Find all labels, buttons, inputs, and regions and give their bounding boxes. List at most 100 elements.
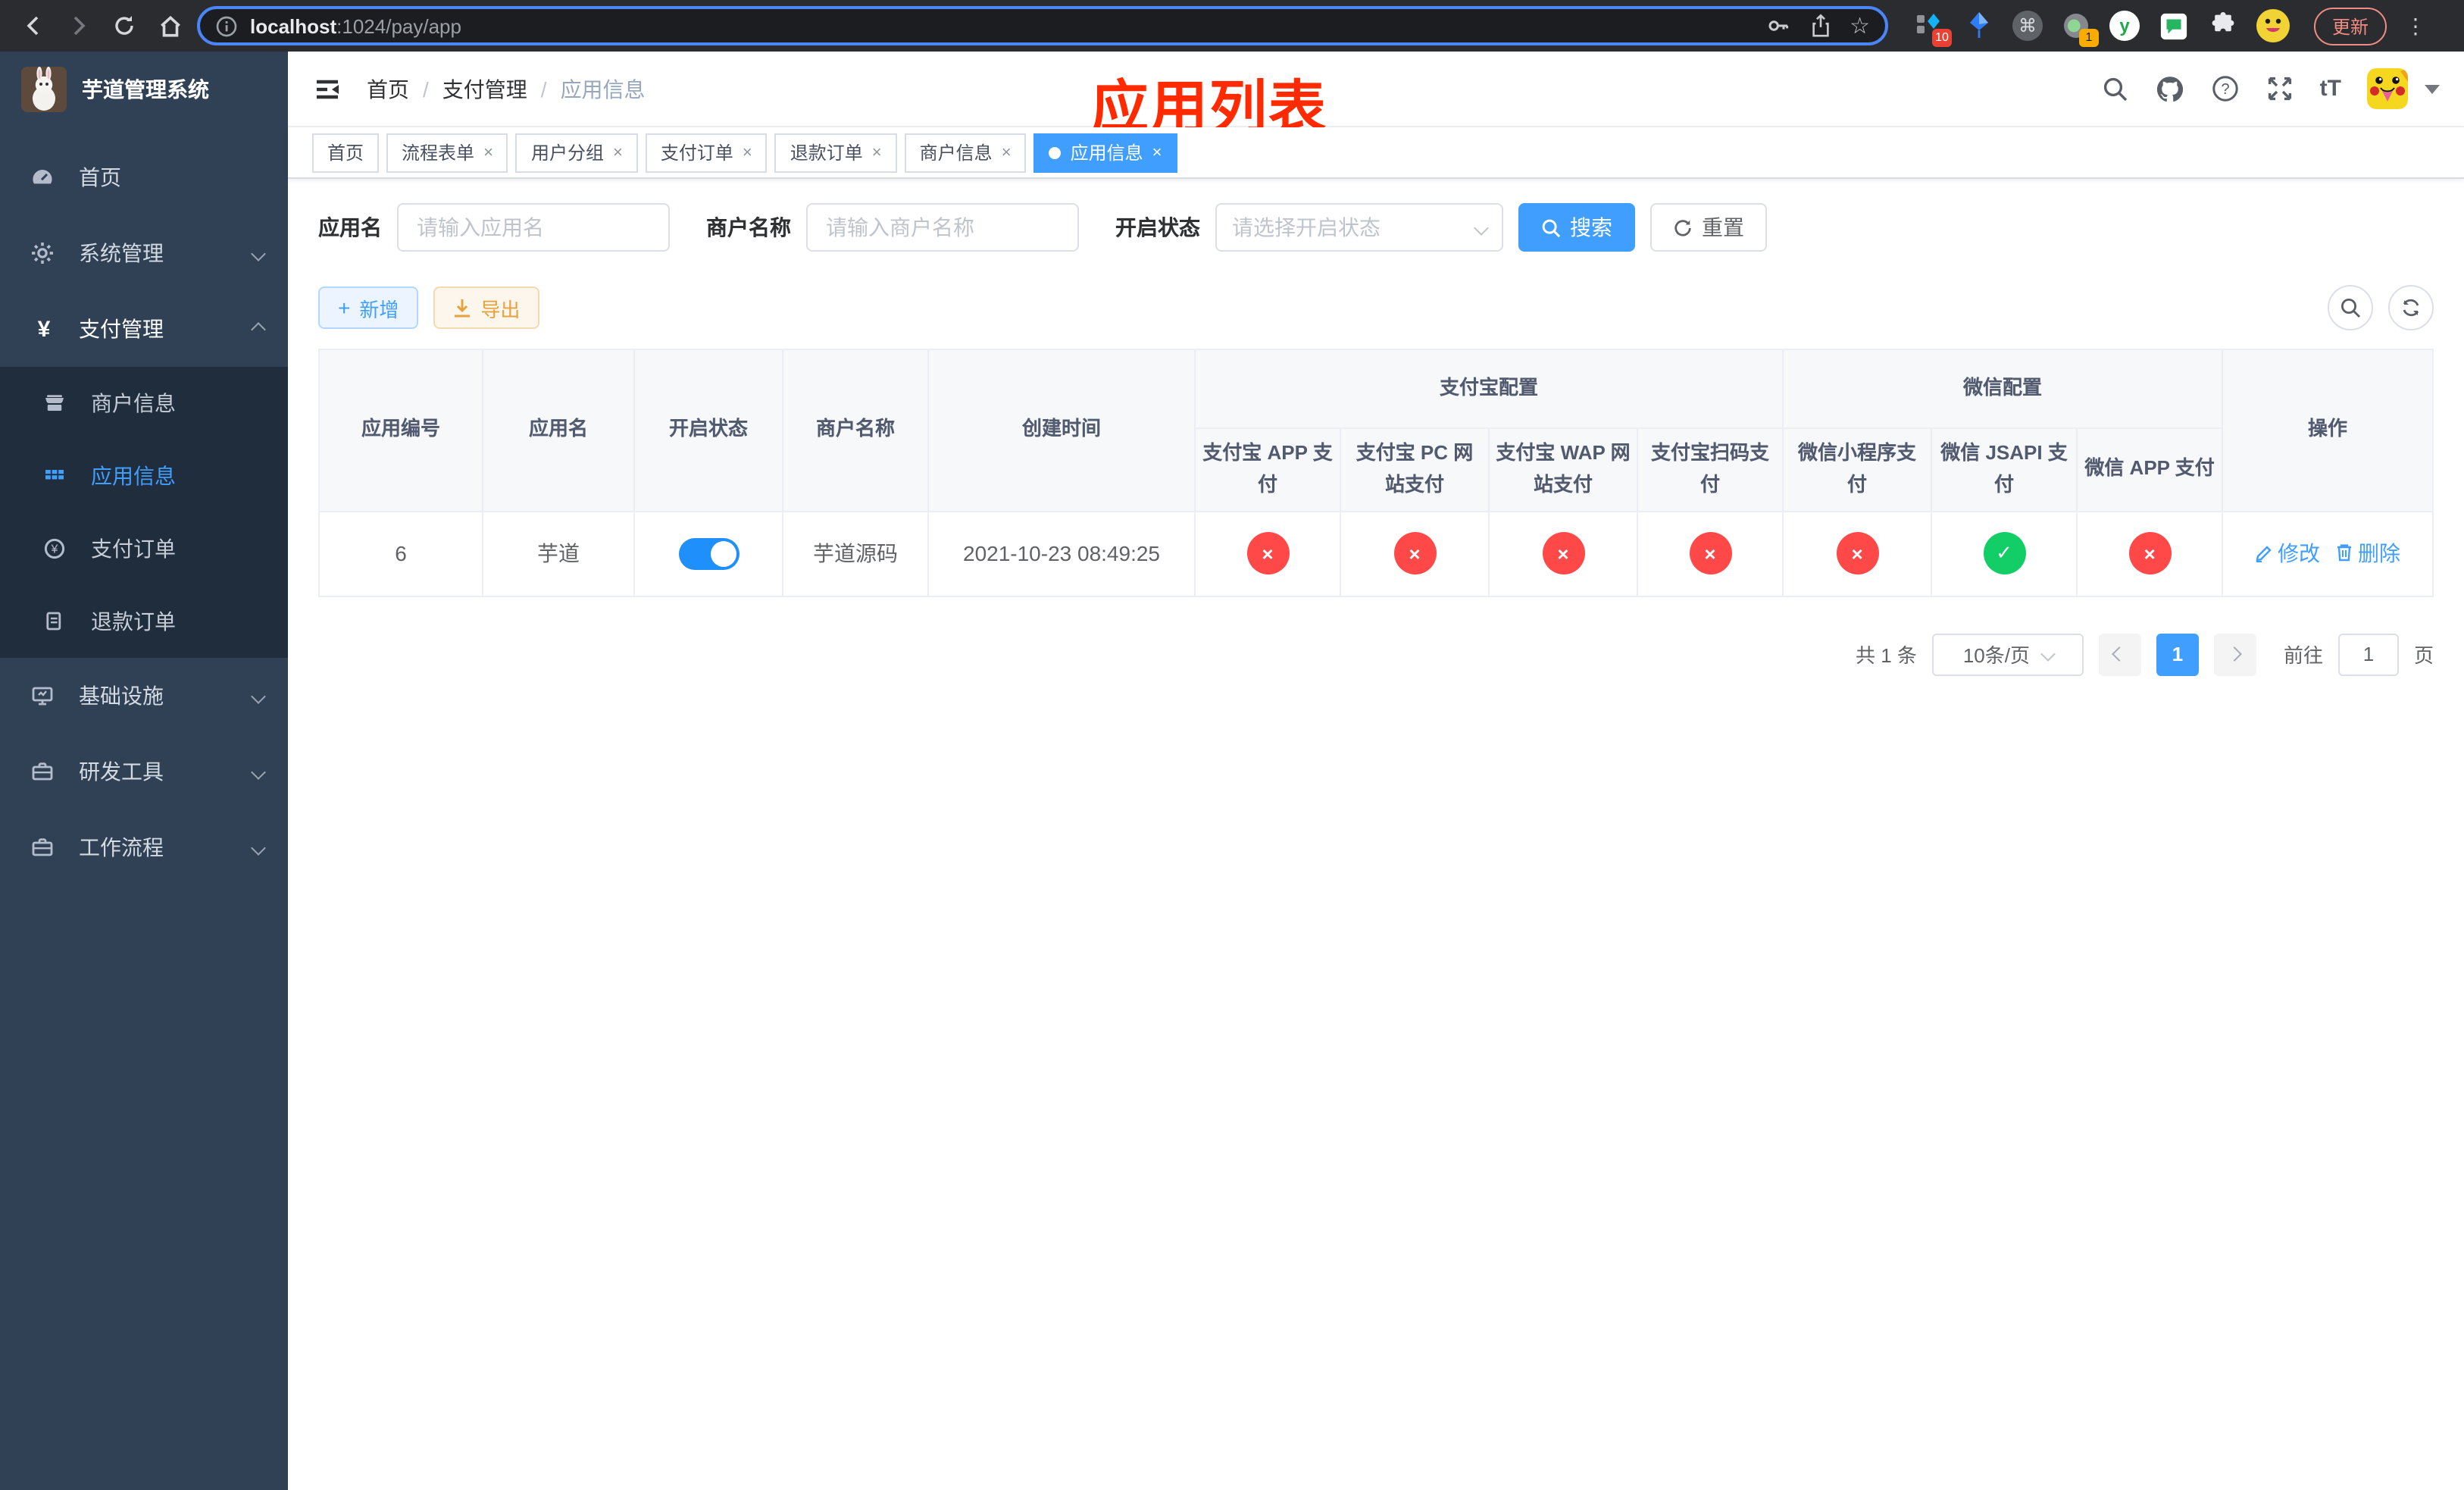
- y-logo-extension-icon[interactable]: y: [2109, 11, 2140, 41]
- forward-icon[interactable]: [61, 8, 97, 44]
- app-name-input[interactable]: [397, 203, 670, 252]
- url-host: localhost: [250, 14, 337, 37]
- sidebar-logo[interactable]: 芋道管理系统: [0, 52, 288, 127]
- tab-process-form[interactable]: 流程表单 ×: [386, 133, 508, 172]
- sidebar-item-refund-order[interactable]: 退款订单: [0, 585, 288, 658]
- table-row: 6 芋道 芋道源码 2021-10-23 08:49:25 × × × × × …: [318, 510, 2434, 597]
- sidebar-item-label: 支付管理: [79, 317, 164, 341]
- close-icon[interactable]: ×: [483, 143, 493, 161]
- status-toggle[interactable]: [678, 537, 739, 570]
- shop-icon: [42, 391, 70, 415]
- extension-badge: 1: [2079, 29, 2099, 47]
- sidebar-item-app-info[interactable]: 应用信息: [0, 440, 288, 512]
- sidebar-item-label: 应用信息: [91, 464, 176, 488]
- refresh-icon-button[interactable]: [2388, 285, 2434, 330]
- chevron-right-icon: [2228, 646, 2243, 662]
- sidebar-item-devtools[interactable]: 研发工具: [0, 734, 288, 809]
- table-toolbar: + 新增 导出: [318, 285, 2434, 330]
- add-button[interactable]: + 新增: [318, 286, 419, 329]
- tab-pay-order[interactable]: 支付订单 ×: [645, 133, 768, 172]
- page-number-1[interactable]: 1: [2156, 633, 2199, 676]
- tab-user-group[interactable]: 用户分组 ×: [515, 133, 638, 172]
- col-header-alipay-pc: 支付宝 PC 网站支付: [1340, 427, 1490, 512]
- close-icon[interactable]: ×: [613, 143, 623, 161]
- cell-app-name: 芋道: [482, 510, 635, 597]
- chat-extension-icon[interactable]: [2156, 9, 2190, 42]
- sidebar-item-merchant[interactable]: 商户信息: [0, 367, 288, 440]
- tab-refund-order[interactable]: 退款订单 ×: [774, 133, 897, 172]
- search-button[interactable]: 搜索: [1518, 203, 1635, 252]
- chevron-down-icon: [251, 840, 266, 855]
- show-search-icon-button[interactable]: [2328, 285, 2373, 330]
- col-header-alipay-wap: 支付宝 WAP 网站支付: [1488, 427, 1638, 512]
- col-header-status: 开启状态: [633, 349, 783, 512]
- svg-text:?: ?: [2221, 81, 2229, 98]
- password-key-icon[interactable]: [1766, 14, 1790, 38]
- user-avatar[interactable]: [2367, 68, 2408, 109]
- edit-link[interactable]: 修改: [2255, 539, 2320, 569]
- url-bar[interactable]: localhost:1024/pay/app ☆: [197, 6, 1888, 45]
- close-icon[interactable]: ×: [872, 143, 882, 161]
- app-title: 芋道管理系统: [82, 77, 209, 102]
- pagination-total: 共 1 条: [1856, 644, 1917, 668]
- close-icon[interactable]: ×: [743, 143, 752, 161]
- extension-blocks-icon[interactable]: 10: [1912, 9, 1952, 47]
- browser-menu-icon[interactable]: ⋮: [2405, 13, 2426, 39]
- help-icon[interactable]: ?: [2211, 74, 2240, 103]
- tags-view-bar: 首页 流程表单 × 用户分组 × 支付订单 × 退款订单 × 商户信息 × 应用信息 ×: [288, 127, 2464, 179]
- extensions-puzzle-icon[interactable]: [2206, 9, 2240, 42]
- sidebar-item-workflow[interactable]: 工作流程: [0, 809, 288, 885]
- goto-label: 前往: [2283, 644, 2323, 668]
- font-size-icon[interactable]: tT: [2320, 76, 2341, 102]
- sidebar-item-pay[interactable]: ¥ 支付管理: [0, 291, 288, 367]
- breadcrumb-current: 应用信息: [560, 77, 646, 101]
- next-page-button[interactable]: [2213, 633, 2256, 676]
- bookmark-star-icon[interactable]: ☆: [1850, 12, 1870, 39]
- toolbox-icon: [30, 759, 58, 784]
- tab-home[interactable]: 首页: [312, 133, 380, 172]
- export-button[interactable]: 导出: [433, 286, 540, 329]
- recorder-extension-icon[interactable]: 1: [2059, 9, 2099, 47]
- pagination: 共 1 条 10条/页 1 前往 页: [318, 633, 2434, 676]
- pencil-icon: [2256, 546, 2272, 563]
- sidebar-item-label: 退款订单: [91, 609, 176, 634]
- profile-avatar[interactable]: [2256, 9, 2290, 42]
- close-icon[interactable]: ×: [1002, 143, 1012, 161]
- page-size-select[interactable]: 10条/页: [1931, 633, 2084, 676]
- col-header-merchant: 商户名称: [782, 349, 929, 512]
- delete-link[interactable]: 删除: [2335, 538, 2400, 568]
- site-info-icon[interactable]: [215, 14, 238, 37]
- browser-update-button[interactable]: 更新: [2314, 7, 2387, 45]
- prev-page-button[interactable]: [2098, 633, 2141, 676]
- sidebar-item-pay-order[interactable]: ¥ 支付订单: [0, 512, 288, 585]
- avatar-caret-icon[interactable]: [2425, 84, 2440, 93]
- home-icon[interactable]: [152, 8, 188, 44]
- app-table: 应用编号 应用名 开启状态 商户名称 创建时间 支付宝配置 微信配置 操作 支付…: [318, 349, 2434, 597]
- sidebar-collapse-icon[interactable]: [312, 74, 342, 104]
- search-icon[interactable]: [2102, 75, 2129, 102]
- close-icon[interactable]: ×: [1152, 143, 1162, 161]
- monitor-icon: [30, 684, 58, 708]
- breadcrumb-level1[interactable]: 支付管理: [442, 74, 527, 104]
- sidebar-item-home[interactable]: 首页: [0, 139, 288, 215]
- tab-app-info[interactable]: 应用信息 ×: [1033, 133, 1177, 172]
- goto-page-input[interactable]: [2337, 633, 2399, 676]
- command-extension-icon[interactable]: ⌘: [2012, 11, 2043, 41]
- sidebar-item-infra[interactable]: 基础设施: [0, 658, 288, 734]
- fullscreen-icon[interactable]: [2265, 74, 2294, 103]
- reload-icon[interactable]: [106, 8, 142, 44]
- back-icon[interactable]: [15, 8, 52, 44]
- sidebar-item-system[interactable]: 系统管理: [0, 215, 288, 291]
- kite-extension-icon[interactable]: [1962, 9, 1996, 42]
- breadcrumb: 首页 / 支付管理 / 应用信息: [367, 74, 646, 104]
- cell-merchant: 芋道源码: [782, 510, 929, 597]
- tab-merchant-info[interactable]: 商户信息 ×: [904, 133, 1027, 172]
- github-icon[interactable]: [2155, 74, 2185, 104]
- breadcrumb-home[interactable]: 首页: [367, 74, 409, 104]
- chevron-down-icon: [1474, 220, 1489, 235]
- share-icon[interactable]: [1809, 14, 1831, 38]
- merchant-name-input[interactable]: [806, 203, 1079, 252]
- reset-button[interactable]: 重置: [1650, 203, 1767, 252]
- extension-badge: 10: [1932, 29, 1952, 47]
- status-select[interactable]: 请选择开启状态: [1215, 203, 1503, 252]
